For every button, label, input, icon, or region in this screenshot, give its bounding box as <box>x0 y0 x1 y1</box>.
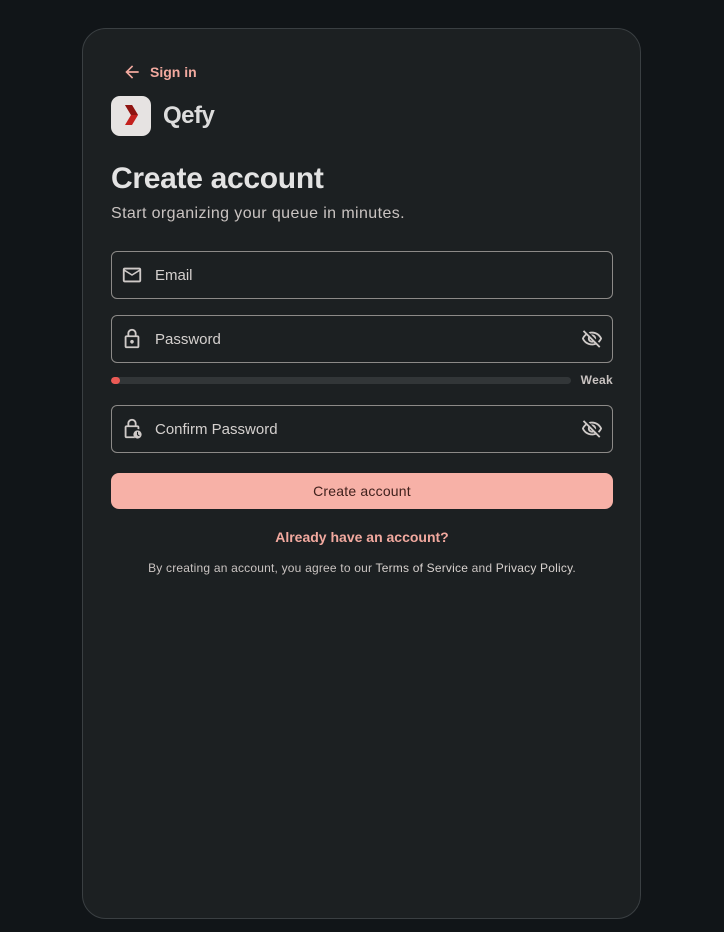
brand: Qefy <box>111 96 215 136</box>
strength-fill <box>111 377 121 384</box>
lock-clock-icon <box>121 418 143 440</box>
page-title: Create account <box>111 162 324 195</box>
strength-label: Weak <box>580 373 613 387</box>
password-input[interactable] <box>154 316 574 362</box>
terms-suffix: . <box>572 561 576 575</box>
qefy-logo <box>111 96 151 136</box>
password-field[interactable] <box>111 315 613 363</box>
confirm-password-field[interactable] <box>111 405 613 453</box>
signup-card: Sign in Qefy Create account Start organi… <box>82 28 641 919</box>
eye-off-icon[interactable] <box>581 418 603 440</box>
email-input[interactable] <box>154 252 574 298</box>
arrow-left-icon <box>125 65 139 79</box>
confirm-password-input[interactable] <box>154 406 574 452</box>
back-label: Sign in <box>150 64 197 80</box>
terms-conjunction: and <box>468 561 496 575</box>
brand-name: Qefy <box>163 102 215 129</box>
strength-track <box>111 377 571 384</box>
back-to-signin-link[interactable]: Sign in <box>122 62 197 82</box>
lock-icon <box>121 328 143 350</box>
password-strength-meter: Weak <box>111 373 613 387</box>
email-field[interactable] <box>111 251 613 299</box>
terms-prefix: By creating an account, you agree to our <box>148 561 376 575</box>
privacy-policy-link[interactable]: Privacy Policy <box>496 561 573 575</box>
create-account-button[interactable]: Create account <box>111 473 613 509</box>
terms-of-service-link[interactable]: Terms of Service <box>376 561 469 575</box>
terms-notice: By creating an account, you agree to our… <box>83 561 641 575</box>
page-subtitle: Start organizing your queue in minutes. <box>111 205 405 222</box>
mail-icon <box>121 264 143 286</box>
eye-off-icon[interactable] <box>581 328 603 350</box>
already-have-account-link[interactable]: Already have an account? <box>83 529 641 545</box>
